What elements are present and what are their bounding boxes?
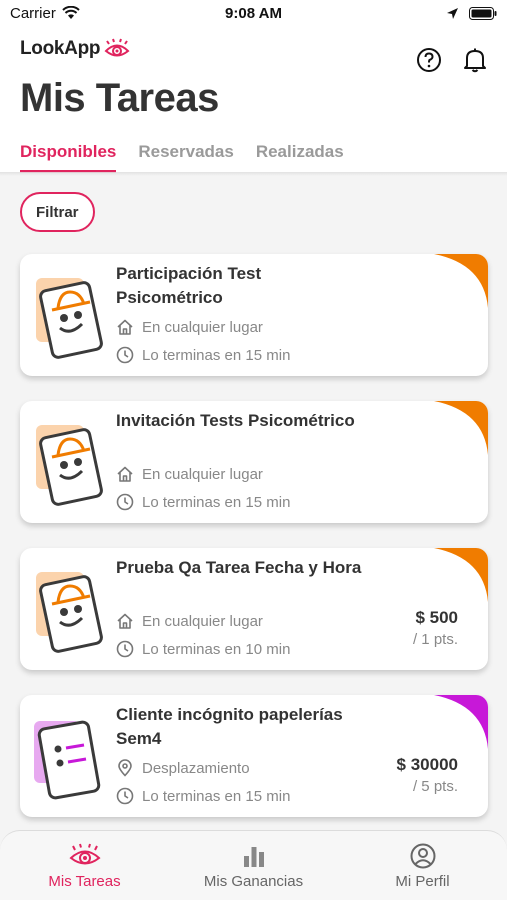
task-card[interactable]: Participación Test Psicométrico En cualq… (20, 254, 488, 376)
nav-label: Mi Perfil (395, 873, 450, 890)
nav-mi-perfil[interactable]: Mi Perfil (338, 831, 507, 900)
filter-button[interactable]: Filtrar (20, 192, 95, 232)
app-header: LookApp Mis Tareas Disponibles Reservada… (0, 26, 507, 173)
app-logo: LookApp (20, 38, 132, 60)
eye-icon (68, 843, 101, 865)
clock-icon (116, 640, 134, 658)
nav-mis-ganancias[interactable]: Mis Ganancias (169, 831, 338, 900)
home-icon (117, 613, 133, 629)
task-points: / 5 pts. (412, 778, 458, 795)
task-price: $ 30000 (396, 755, 458, 774)
incognito-card-icon (36, 572, 103, 653)
task-reward: $ 500 / 1 pts. (413, 608, 458, 648)
nav-label: Mis Tareas (48, 873, 121, 890)
wifi-icon (62, 6, 80, 19)
tab-realizadas[interactable]: Realizadas (256, 142, 344, 173)
task-location: En cualquier lugar (142, 465, 263, 483)
help-button[interactable] (415, 46, 443, 74)
help-icon (417, 48, 441, 72)
carrier-label: Carrier (10, 4, 56, 22)
incognito-card-icon (36, 278, 103, 359)
status-bar: Carrier 9:08 AM (0, 0, 507, 26)
task-points: / 1 pts. (412, 631, 458, 648)
tab-disponibles[interactable]: Disponibles (20, 142, 117, 173)
logo-text: LookApp (20, 38, 101, 59)
task-duration: Lo terminas en 15 min (142, 346, 291, 364)
logo-eye-icon (104, 38, 130, 57)
clock-icon (116, 787, 134, 805)
task-price: $ 500 (415, 608, 458, 627)
page-title: Mis Tareas (20, 76, 219, 120)
task-duration: Lo terminas en 10 min (142, 640, 291, 658)
profile-icon (410, 843, 435, 869)
home-icon (117, 466, 133, 482)
bell-icon (464, 48, 486, 73)
incognito-card-icon (36, 425, 103, 506)
task-title: Invitación Tests Psicométrico (116, 411, 355, 430)
home-icon (117, 319, 133, 335)
task-title: Cliente incógnito papelerías Sem4 (116, 705, 343, 748)
header-divider (0, 172, 507, 176)
task-card[interactable]: Invitación Tests Psicométrico En cualqui… (20, 401, 488, 523)
task-location: Desplazamiento (142, 759, 250, 777)
clock-icon (116, 493, 134, 511)
location-arrow-icon (447, 7, 458, 19)
task-card[interactable]: Cliente incógnito papelerías Sem4 Despla… (20, 695, 488, 817)
task-tabs: Disponibles Reservadas Realizadas (20, 142, 344, 173)
tab-reservadas[interactable]: Reservadas (138, 142, 233, 173)
task-title: Prueba Qa Tarea Fecha y Hora (116, 558, 362, 577)
bar-chart-icon (243, 847, 264, 867)
card-corner-accent (434, 254, 488, 308)
card-corner-accent (434, 695, 488, 749)
task-location: En cualquier lugar (142, 318, 263, 336)
location-pin-icon (118, 759, 132, 777)
battery-icon (469, 6, 497, 20)
bottom-navigation: Mis Tareas Mis Ganancias Mi Perfil (0, 830, 507, 900)
card-corner-accent (434, 401, 488, 455)
list-card-icon (34, 720, 101, 800)
task-duration: Lo terminas en 15 min (142, 787, 291, 805)
task-card[interactable]: Prueba Qa Tarea Fecha y Hora En cualquie… (20, 548, 488, 670)
clock-icon (116, 346, 134, 364)
nav-mis-tareas[interactable]: Mis Tareas (0, 831, 169, 900)
task-location: En cualquier lugar (142, 612, 263, 630)
task-duration: Lo terminas en 15 min (142, 493, 291, 511)
notifications-button[interactable] (461, 46, 489, 74)
task-title: Participación Test Psicométrico (116, 264, 262, 307)
card-corner-accent (434, 548, 488, 602)
task-reward: $ 30000 / 5 pts. (397, 755, 458, 795)
nav-label: Mis Ganancias (203, 873, 304, 890)
